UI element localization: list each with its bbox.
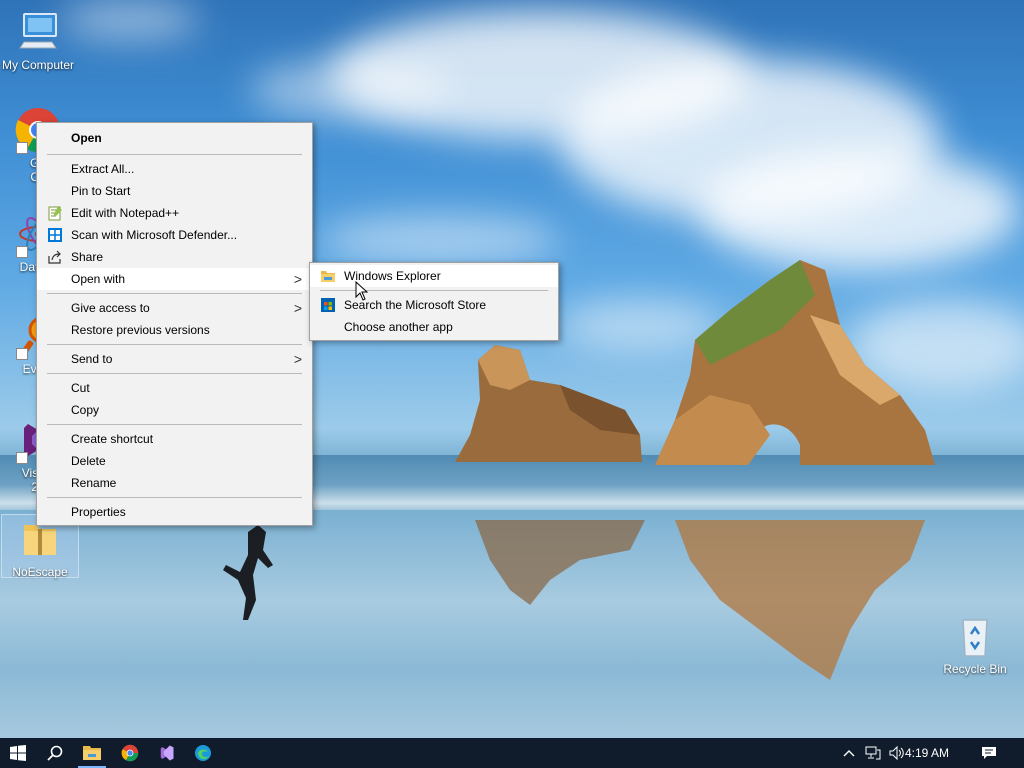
menu-item-rename[interactable]: Rename <box>37 472 312 494</box>
folder-icon <box>320 268 336 284</box>
menu-item-label: Extract All... <box>71 162 135 176</box>
menu-item-open[interactable]: Open <box>37 125 312 151</box>
shortcut-arrow-icon <box>16 452 28 464</box>
speaker-icon <box>889 746 904 760</box>
defender-icon <box>47 227 63 243</box>
menu-separator <box>47 293 302 294</box>
cloud <box>250 60 450 120</box>
menu-item-label: Copy <box>71 403 100 417</box>
menu-item-label: Cut <box>71 381 90 395</box>
menu-item-share[interactable]: Share <box>37 246 312 268</box>
menu-item-label: Give access to <box>71 301 150 315</box>
recycle-bin-icon <box>951 612 999 660</box>
taskbar-chrome[interactable] <box>112 738 148 768</box>
show-hidden-icons[interactable] <box>840 738 858 768</box>
desktop-icon-label: Recycle Bin <box>943 662 1007 676</box>
arch-reflection <box>675 520 925 680</box>
menu-item-label: Open <box>71 131 102 145</box>
desktop-icon-label: My Computer <box>1 58 75 72</box>
desktop-icon-my-computer[interactable]: My Computer <box>0 8 76 72</box>
menu-item-label: Properties <box>71 505 126 519</box>
notification-center-button[interactable] <box>974 738 1004 768</box>
chrome-icon <box>121 744 139 762</box>
edge-icon <box>195 745 211 761</box>
taskbar-file-explorer[interactable] <box>74 738 110 768</box>
search-button[interactable] <box>37 738 73 768</box>
menu-item-scan-defender[interactable]: Scan with Microsoft Defender... <box>37 224 312 246</box>
network-tray[interactable] <box>862 738 884 768</box>
notification-icon <box>982 747 996 759</box>
menu-item-label: Pin to Start <box>71 184 131 198</box>
shortcut-arrow-icon <box>16 246 28 258</box>
menu-item-label: Delete <box>71 454 106 468</box>
menu-separator <box>47 344 302 345</box>
start-button[interactable] <box>0 738 36 768</box>
menu-item-properties[interactable]: Properties <box>37 501 312 523</box>
taskbar-visual-studio[interactable] <box>148 738 184 768</box>
menu-item-label: Edit with Notepad++ <box>71 206 180 220</box>
menu-item-label: Rename <box>71 476 117 490</box>
submenu-item-choose-another-app[interactable]: Choose another app <box>310 316 558 338</box>
file-explorer-icon <box>83 746 101 760</box>
chevron-right-icon: > <box>293 351 302 367</box>
menu-item-restore-versions[interactable]: Restore previous versions <box>37 319 312 341</box>
shortcut-arrow-icon <box>16 348 28 360</box>
chevron-right-icon: > <box>293 271 302 287</box>
submenu-item-microsoft-store[interactable]: Search the Microsoft Store <box>310 294 558 316</box>
menu-item-label: Send to <box>71 352 113 366</box>
cloud <box>700 150 1020 270</box>
menu-item-label: Share <box>71 250 104 264</box>
clock[interactable]: 4:19 AM <box>904 738 950 768</box>
person-silhouette <box>223 525 273 620</box>
chevron-up-icon <box>843 750 855 757</box>
menu-item-label: Scan with Microsoft Defender... <box>71 228 238 242</box>
shortcut-arrow-icon <box>16 142 28 154</box>
menu-item-edit-notepad[interactable]: Edit with Notepad++ <box>37 202 312 224</box>
menu-item-pin-to-start[interactable]: Pin to Start <box>37 180 312 202</box>
desktop-icon-recycle-bin[interactable]: Recycle Bin <box>937 612 1013 676</box>
cloud <box>60 0 200 40</box>
arch-rock <box>655 260 935 465</box>
cloud <box>320 215 560 265</box>
rock-reflection <box>475 520 645 605</box>
menu-item-create-shortcut[interactable]: Create shortcut <box>37 428 312 450</box>
menu-item-copy[interactable]: Copy <box>37 399 312 421</box>
computer-icon <box>14 8 62 56</box>
menu-item-give-access[interactable]: Give access to > <box>37 297 312 319</box>
menu-item-send-to[interactable]: Send to > <box>37 348 312 370</box>
share-icon <box>47 249 63 265</box>
search-icon <box>47 745 63 761</box>
taskbar-edge[interactable] <box>185 738 221 768</box>
context-menu: Open Extract All... Pin to Start Edit wi… <box>36 122 313 526</box>
desktop-icon-label: NoEscape <box>12 565 68 579</box>
windows-logo-icon <box>10 745 26 761</box>
network-icon <box>865 746 881 760</box>
small-rock <box>455 345 642 462</box>
menu-separator <box>47 154 302 155</box>
notepad-plus-icon <box>47 205 63 221</box>
menu-item-open-with[interactable]: Open with > <box>37 268 312 290</box>
menu-separator <box>47 497 302 498</box>
menu-item-label: Open with <box>71 272 126 286</box>
mouse-cursor-icon <box>355 281 369 301</box>
chevron-right-icon: > <box>293 300 302 316</box>
taskbar: 4:19 AM <box>0 738 1024 768</box>
menu-item-label: Restore previous versions <box>71 323 210 337</box>
menu-item-extract-all[interactable]: Extract All... <box>37 158 312 180</box>
submenu-item-windows-explorer[interactable]: Windows Explorer <box>310 265 558 287</box>
open-with-submenu: Windows Explorer Search the Microsoft St… <box>309 262 559 341</box>
visual-studio-icon <box>160 745 174 761</box>
menu-item-label: Create shortcut <box>71 432 154 446</box>
menu-item-cut[interactable]: Cut <box>37 377 312 399</box>
microsoft-store-icon <box>320 297 336 313</box>
menu-separator <box>47 424 302 425</box>
menu-item-delete[interactable]: Delete <box>37 450 312 472</box>
menu-separator <box>47 373 302 374</box>
menu-item-label: Choose another app <box>344 320 453 334</box>
